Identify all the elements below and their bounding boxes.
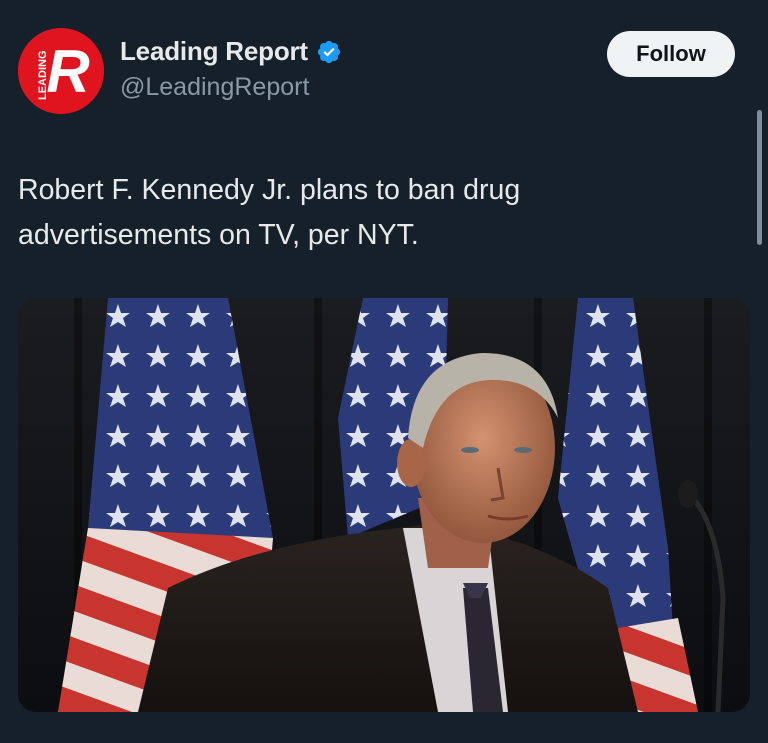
photo-image (18, 298, 750, 712)
account-info: Leading Report @LeadingReport (120, 36, 342, 102)
verified-badge-icon (316, 39, 342, 65)
tweet-text: Robert F. Kennedy Jr. plans to ban drug … (18, 174, 521, 251)
tweet-photo[interactable] (18, 298, 750, 712)
display-name[interactable]: Leading Report (120, 36, 308, 67)
scrollbar[interactable] (757, 110, 762, 245)
svg-text:R: R (46, 38, 89, 105)
avatar[interactable]: R LEADING (18, 28, 104, 114)
handle[interactable]: @LeadingReport (120, 73, 342, 102)
leading-report-logo-icon: R LEADING (18, 28, 104, 114)
svg-text:LEADING: LEADING (37, 51, 49, 101)
follow-button[interactable]: Follow (607, 31, 735, 77)
